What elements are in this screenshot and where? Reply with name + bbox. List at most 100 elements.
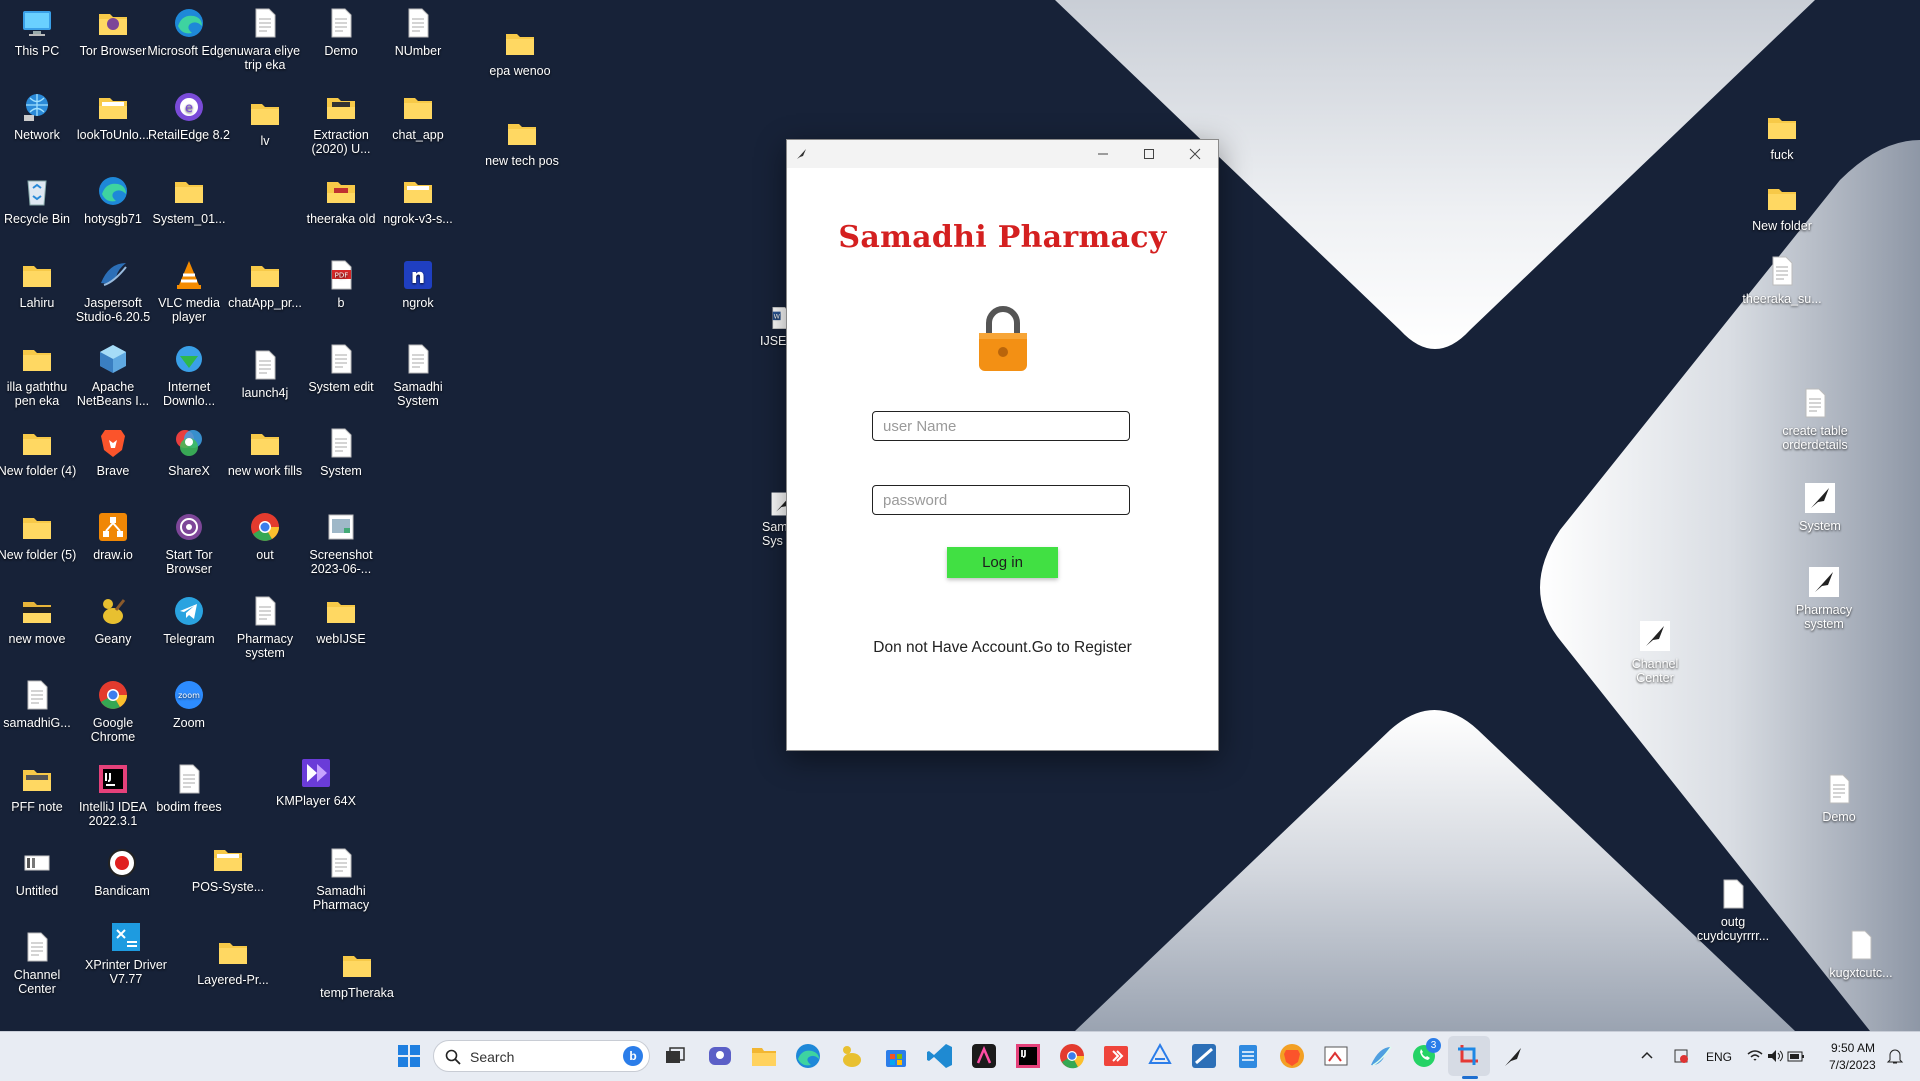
desktop-icon-samadhig[interactable]: samadhiG...: [0, 678, 79, 730]
register-link[interactable]: Don not Have Account.Go to Register: [787, 639, 1218, 657]
desktop-icon-illa-gaththu[interactable]: illa gaththu pen eka: [0, 342, 79, 408]
brave-icon[interactable]: [1277, 1041, 1307, 1071]
security-icon[interactable]: [1673, 1047, 1689, 1065]
desktop-icon-nuwara-eliye[interactable]: nuwara eliye trip eka: [223, 6, 307, 72]
desktop-icon-ngrok[interactable]: n ngrok: [376, 258, 460, 310]
netbeans-icon[interactable]: [1365, 1041, 1395, 1071]
volume-icon[interactable]: [1766, 1047, 1784, 1065]
microsoft-store-icon[interactable]: [881, 1041, 911, 1071]
desktop-icon-system-file[interactable]: System: [299, 426, 383, 478]
maximize-button[interactable]: [1126, 140, 1172, 168]
desktop-icon-fuck[interactable]: fuck: [1740, 110, 1824, 162]
desktop-icon-idm[interactable]: Internet Downlo...: [147, 342, 231, 408]
desktop-icon-launch4j[interactable]: launch4j: [223, 348, 307, 400]
geany-icon[interactable]: [837, 1041, 867, 1071]
java-feather-icon[interactable]: [1498, 1041, 1528, 1071]
notification-icon[interactable]: [1886, 1047, 1904, 1065]
clock-date[interactable]: 7/3/2023: [1829, 1058, 1876, 1072]
desktop-icon-theeraka-su[interactable]: theeraka_su...: [1740, 254, 1824, 306]
desktop-icon-intellij[interactable]: IntelliJ IDEA 2022.3.1: [71, 762, 155, 828]
desktop-icon-jaspersoft[interactable]: Jaspersoft Studio-6.20.5: [71, 258, 155, 324]
desktop-icon-samadhi-pharmacy[interactable]: Samadhi Pharmacy: [299, 846, 383, 912]
desktop-icon-recycle-bin[interactable]: Recycle Bin: [0, 174, 79, 226]
notepad-icon[interactable]: [1233, 1041, 1263, 1071]
desktop-icon-brave[interactable]: Brave: [71, 426, 155, 478]
desktop-icon-new-move[interactable]: new move: [0, 594, 79, 646]
desktop-icon-temptheraka[interactable]: tempTheraka: [315, 948, 399, 1000]
desktop-icon-new-folder-right[interactable]: New folder: [1740, 181, 1824, 233]
desktop-icon-kmplayer[interactable]: KMPlayer 64X: [272, 756, 360, 808]
close-button[interactable]: [1172, 140, 1218, 168]
minimize-button[interactable]: [1080, 140, 1126, 168]
desktop-icon-samadhi-system[interactable]: Samadhi System: [376, 342, 460, 408]
desktop-icon-zoom[interactable]: zoom Zoom: [147, 678, 231, 730]
desktop-icon-theeraka-old[interactable]: theeraka old: [299, 174, 383, 226]
desktop-icon-channel-center-java[interactable]: Channel Center: [1613, 619, 1697, 685]
chrome-icon[interactable]: [1057, 1041, 1087, 1071]
search-box[interactable]: Search b: [433, 1040, 650, 1072]
desktop-icon-xprinter[interactable]: XPrinter Driver V7.77: [84, 920, 168, 986]
desktop-icon-screenshot[interactable]: Screenshot 2023-06-...: [299, 510, 383, 576]
clock-time[interactable]: 9:50 AM: [1831, 1041, 1875, 1055]
desktop-icon-microsoft-edge[interactable]: Microsoft Edge: [147, 6, 231, 58]
intellij-icon[interactable]: [1013, 1041, 1043, 1071]
desktop-icon-netbeans[interactable]: Apache NetBeans I...: [71, 342, 155, 408]
desktop-icon-chatapp-pr[interactable]: chatApp_pr...: [223, 258, 307, 310]
snipping-icon[interactable]: [1321, 1041, 1351, 1071]
desktop-icon-demo-right[interactable]: Demo: [1797, 772, 1881, 824]
desktop-icon-drawio[interactable]: draw.io: [71, 510, 155, 562]
desktop-icon-vlc[interactable]: VLC media player: [147, 258, 231, 324]
desktop-icon-untitled[interactable]: Untitled: [0, 846, 79, 898]
desktop-icon-new-tech-pos[interactable]: new tech pos: [480, 116, 564, 168]
desktop-icon-pharmacy-system-java[interactable]: Pharmacy system: [1782, 565, 1866, 631]
desktop-icon-lv[interactable]: lv: [223, 96, 307, 148]
bing-icon[interactable]: b: [623, 1046, 643, 1066]
desktop-icon-system01[interactable]: System_01...: [147, 174, 231, 226]
language-indicator[interactable]: ENG: [1706, 1050, 1732, 1064]
desktop-icon-create-table[interactable]: create table orderdetails: [1773, 386, 1857, 452]
desktop-icon-pos-system[interactable]: POS-Syste...: [186, 842, 270, 894]
anydesk-icon[interactable]: [1101, 1041, 1131, 1071]
wifi-icon[interactable]: [1746, 1047, 1764, 1065]
desktop-icon-this-pc[interactable]: This PC: [0, 6, 79, 58]
windows-start-icon[interactable]: [394, 1041, 424, 1071]
username-input[interactable]: [872, 411, 1130, 441]
desktop-icon-pff-note[interactable]: PFF note: [0, 762, 79, 814]
desktop-icon-system-java[interactable]: System: [1778, 481, 1862, 533]
teams-icon[interactable]: [705, 1041, 735, 1071]
desktop-icon-chat-app[interactable]: chat_app: [376, 90, 460, 142]
desktop-icon-layered-pr[interactable]: Layered-Pr...: [191, 935, 275, 987]
desktop-icon-bandicam[interactable]: Bandicam: [80, 846, 164, 898]
title-bar[interactable]: [787, 140, 1218, 168]
desktop-icon-new-folder-5[interactable]: New folder (5): [0, 510, 79, 562]
edge-icon[interactable]: [793, 1041, 823, 1071]
desktop-icon-geany[interactable]: Geany: [71, 594, 155, 646]
snip-sketch-icon[interactable]: [1454, 1041, 1484, 1071]
vscode-icon[interactable]: [925, 1041, 955, 1071]
desktop-icon-looktounlo[interactable]: lookToUnlo...: [71, 90, 155, 142]
desktop-icon-number[interactable]: NUmber: [376, 6, 460, 58]
desktop-icon-out[interactable]: out: [223, 510, 307, 562]
desktop-icon-bodim-frees[interactable]: bodim frees: [147, 762, 231, 814]
desktop-icon-extraction[interactable]: Extraction (2020) U...: [299, 90, 383, 156]
desktop-icon-lahiru[interactable]: Lahiru: [0, 258, 79, 310]
desktop-icon-telegram[interactable]: Telegram: [147, 594, 231, 646]
affinity-icon[interactable]: [969, 1041, 999, 1071]
chevron-up-icon[interactable]: [1640, 1049, 1654, 1063]
login-button[interactable]: Log in: [947, 547, 1058, 578]
jaspersoft-icon[interactable]: [1189, 1041, 1219, 1071]
battery-icon[interactable]: [1786, 1047, 1806, 1065]
file-explorer-icon[interactable]: [749, 1041, 779, 1071]
task-view-icon[interactable]: [660, 1041, 690, 1071]
desktop-icon-google-chrome[interactable]: Google Chrome: [71, 678, 155, 744]
desktop-icon-b[interactable]: PDF b: [299, 258, 383, 310]
password-input[interactable]: [872, 485, 1130, 515]
desktop-icon-outg[interactable]: outg cuydcuyrrrr...: [1691, 877, 1775, 943]
desktop-icon-kugxtcutc[interactable]: kugxtcutc...: [1819, 928, 1903, 980]
desktop-icon-start-tor[interactable]: Start Tor Browser: [147, 510, 231, 576]
desktop-icon-demo[interactable]: Demo: [299, 6, 383, 58]
desktop-icon-network[interactable]: Network: [0, 90, 79, 142]
desktop-icon-ngrok-v3[interactable]: ngrok-v3-s...: [376, 174, 460, 226]
desktop-icon-new-work-fills[interactable]: new work fills: [223, 426, 307, 478]
desktop-icon-hotysgb71[interactable]: hotysgb71: [71, 174, 155, 226]
